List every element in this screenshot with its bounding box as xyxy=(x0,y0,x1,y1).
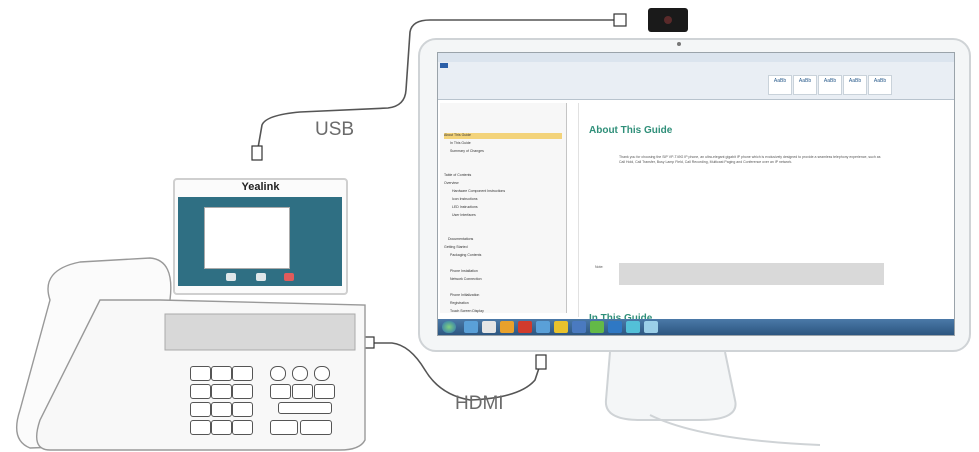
brand-logo: Yealink xyxy=(241,181,280,193)
volume-bar[interactable] xyxy=(278,402,332,414)
keypad-key-hash[interactable] xyxy=(232,420,253,435)
phone-softkey[interactable] xyxy=(226,273,236,281)
mute-key[interactable] xyxy=(270,366,286,381)
keypad-key-9[interactable] xyxy=(232,402,253,417)
phone-softkey[interactable] xyxy=(256,273,266,281)
phone-display[interactable] xyxy=(178,197,342,286)
hdmi-cable xyxy=(372,342,541,401)
transfer-key[interactable] xyxy=(270,384,291,399)
keypad-key-1[interactable] xyxy=(190,366,211,381)
usb-connector-phone xyxy=(251,145,263,161)
mute-round-key[interactable] xyxy=(270,420,298,435)
speakerphone-key[interactable] xyxy=(300,420,332,435)
phone-softkey[interactable] xyxy=(284,273,294,281)
keypad-key-6[interactable] xyxy=(232,384,253,399)
keypad-key-star[interactable] xyxy=(190,420,211,435)
speaker-grille xyxy=(164,313,356,351)
hdmi-label: HDMI xyxy=(455,393,504,414)
keypad-key-5[interactable] xyxy=(211,384,232,399)
usb-connector-webcam xyxy=(613,13,627,27)
hdmi-connector-monitor xyxy=(535,354,547,370)
keypad-key-0[interactable] xyxy=(211,420,232,435)
keypad-key-4[interactable] xyxy=(190,384,211,399)
cables-and-stand xyxy=(16,13,821,451)
usb-cable xyxy=(257,19,622,149)
keypad-key-7[interactable] xyxy=(190,402,211,417)
keypad-key-2[interactable] xyxy=(211,366,232,381)
redial-key[interactable] xyxy=(314,384,335,399)
keypad-key-3[interactable] xyxy=(232,366,253,381)
usb-label: USB xyxy=(315,119,355,140)
hold-key[interactable] xyxy=(292,384,313,399)
phone-display-window xyxy=(204,207,290,269)
headset-key[interactable] xyxy=(292,366,308,381)
keypad-key-8[interactable] xyxy=(211,402,232,417)
monitor-stand xyxy=(604,351,737,421)
message-key[interactable] xyxy=(314,366,330,381)
